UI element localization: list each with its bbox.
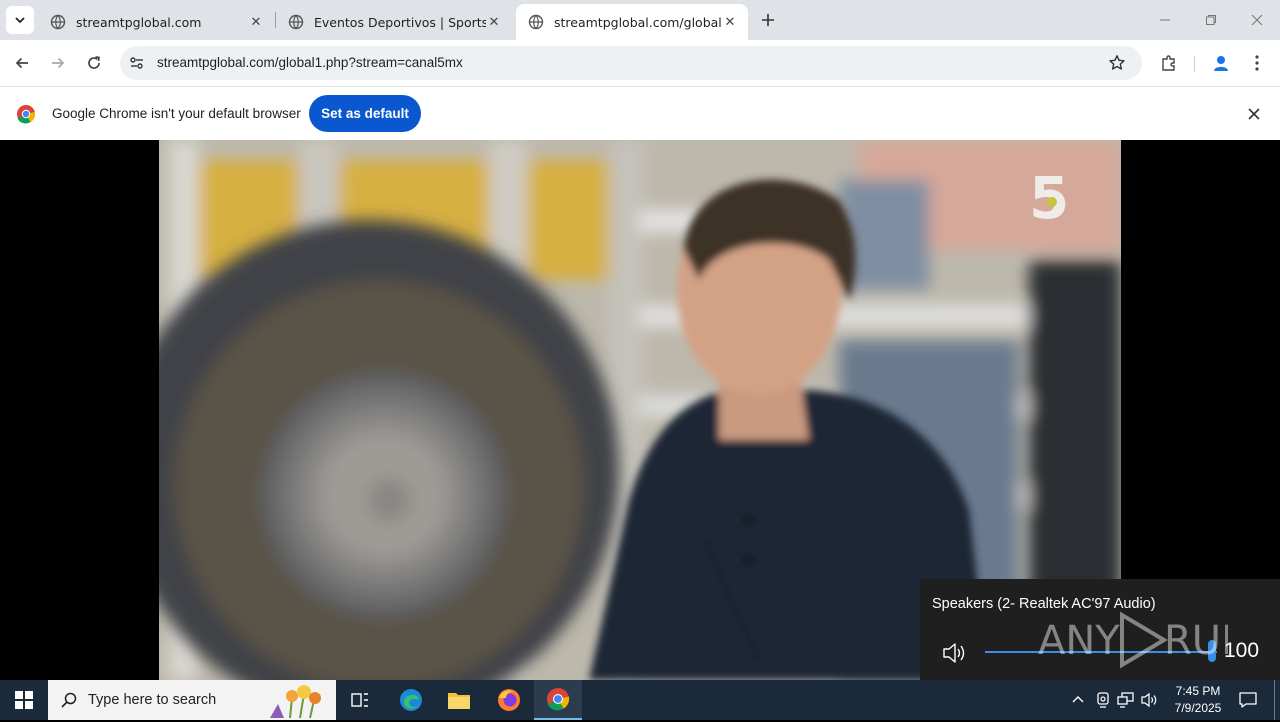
url-text[interactable]: streamtpglobal.com/global1.php?stream=ca… (157, 55, 463, 70)
volume-level: 100 (1224, 639, 1260, 662)
svg-text:ANY: ANY (1038, 618, 1120, 664)
notifications-icon[interactable] (1237, 690, 1259, 710)
taskbar-edge[interactable] (387, 680, 435, 720)
clock-time: 7:45 PM (1175, 684, 1221, 698)
search-highlight-flowers-icon (260, 682, 332, 719)
network-icon[interactable] (1116, 690, 1136, 710)
task-view-icon (351, 693, 368, 707)
task-view-button[interactable] (336, 680, 384, 720)
minimize-icon (1160, 19, 1170, 21)
close-icon (1251, 14, 1263, 26)
minimize-button[interactable] (1142, 0, 1188, 40)
close-icon[interactable]: ✕ (486, 14, 502, 30)
restore-icon (1206, 15, 1216, 25)
forward-button[interactable] (44, 49, 72, 77)
svg-text:RUN: RUN (1164, 618, 1228, 664)
address-bar[interactable]: streamtpglobal.com/global1.php?stream=ca… (120, 46, 1142, 80)
windows-logo-icon (15, 691, 33, 709)
arrow-right-icon (52, 57, 65, 69)
tab-title: Eventos Deportivos | Sports Eve (314, 14, 486, 30)
set-as-default-button[interactable]: Set as default (309, 95, 421, 132)
close-icon[interactable] (1243, 103, 1265, 125)
edge-icon (400, 689, 422, 711)
clock[interactable]: 7:45 PM 7/9/2025 (1168, 683, 1228, 717)
menu-icon[interactable] (1243, 49, 1271, 77)
site-info-icon[interactable] (128, 54, 146, 72)
volume-flyout: Speakers (2- Realtek AC'97 Audio) 100 AN… (920, 579, 1280, 680)
tab-title: streamtpglobal.com (76, 14, 202, 30)
show-hidden-icons-chevron-up-icon[interactable] (1068, 690, 1088, 710)
taskbar-firefox[interactable] (485, 680, 533, 720)
network-device-icon[interactable] (1093, 690, 1113, 710)
infobar-message: Google Chrome isn't your default browser (52, 106, 301, 121)
chrome-icon (547, 688, 570, 711)
chevron-down-icon (15, 17, 25, 24)
bookmark-star-icon[interactable] (1106, 52, 1128, 74)
reload-button[interactable] (80, 49, 108, 77)
search-placeholder: Type here to search (88, 692, 217, 708)
folder-icon (448, 693, 470, 709)
show-desktop-button[interactable] (1274, 680, 1275, 720)
profile-avatar-icon[interactable] (1207, 49, 1235, 77)
plus-icon (762, 14, 774, 26)
volume-tray-icon[interactable] (1140, 690, 1160, 710)
reload-icon (88, 56, 100, 69)
globe-icon (528, 14, 544, 30)
restore-button[interactable] (1188, 0, 1234, 40)
close-icon[interactable]: ✕ (248, 14, 264, 30)
tab-2[interactable]: Eventos Deportivos | Sports Eve ✕ (276, 4, 512, 40)
start-button[interactable] (0, 680, 48, 720)
chrome-logo-icon (16, 104, 36, 124)
tab-search-button[interactable] (6, 6, 34, 34)
extensions-icon[interactable] (1155, 49, 1183, 77)
globe-icon (50, 14, 66, 30)
taskbar-chrome-active[interactable] (534, 680, 582, 720)
new-tab-button[interactable] (756, 8, 780, 32)
tab-strip: streamtpglobal.com ✕ Eventos Deportivos … (0, 0, 1280, 40)
close-window-button[interactable] (1234, 0, 1280, 40)
close-icon[interactable]: ✕ (722, 14, 738, 30)
browser-toolbar: streamtpglobal.com/global1.php?stream=ca… (0, 40, 1280, 86)
tab-3-active[interactable]: streamtpglobal.com/global1.ph ✕ (516, 4, 748, 40)
taskbar-file-explorer[interactable] (435, 680, 483, 720)
taskbar-search-box[interactable]: Type here to search (48, 680, 336, 720)
toolbar-divider (1194, 56, 1195, 72)
speaker-icon[interactable] (942, 641, 968, 665)
globe-icon (288, 14, 304, 30)
tab-1[interactable]: streamtpglobal.com ✕ (38, 4, 274, 40)
anyrun-watermark: ANY RUN (1038, 609, 1251, 671)
windows-taskbar: Type here to search 7:45 PM 7/9/2025 (0, 680, 1280, 720)
back-button[interactable] (8, 49, 36, 77)
tab-title: streamtpglobal.com/global1.ph (554, 14, 722, 30)
clock-date: 7/9/2025 (1174, 701, 1222, 715)
search-icon (60, 691, 78, 709)
firefox-icon (498, 689, 520, 711)
default-browser-infobar: Google Chrome isn't your default browser… (0, 86, 1280, 140)
arrow-left-icon (15, 57, 28, 69)
